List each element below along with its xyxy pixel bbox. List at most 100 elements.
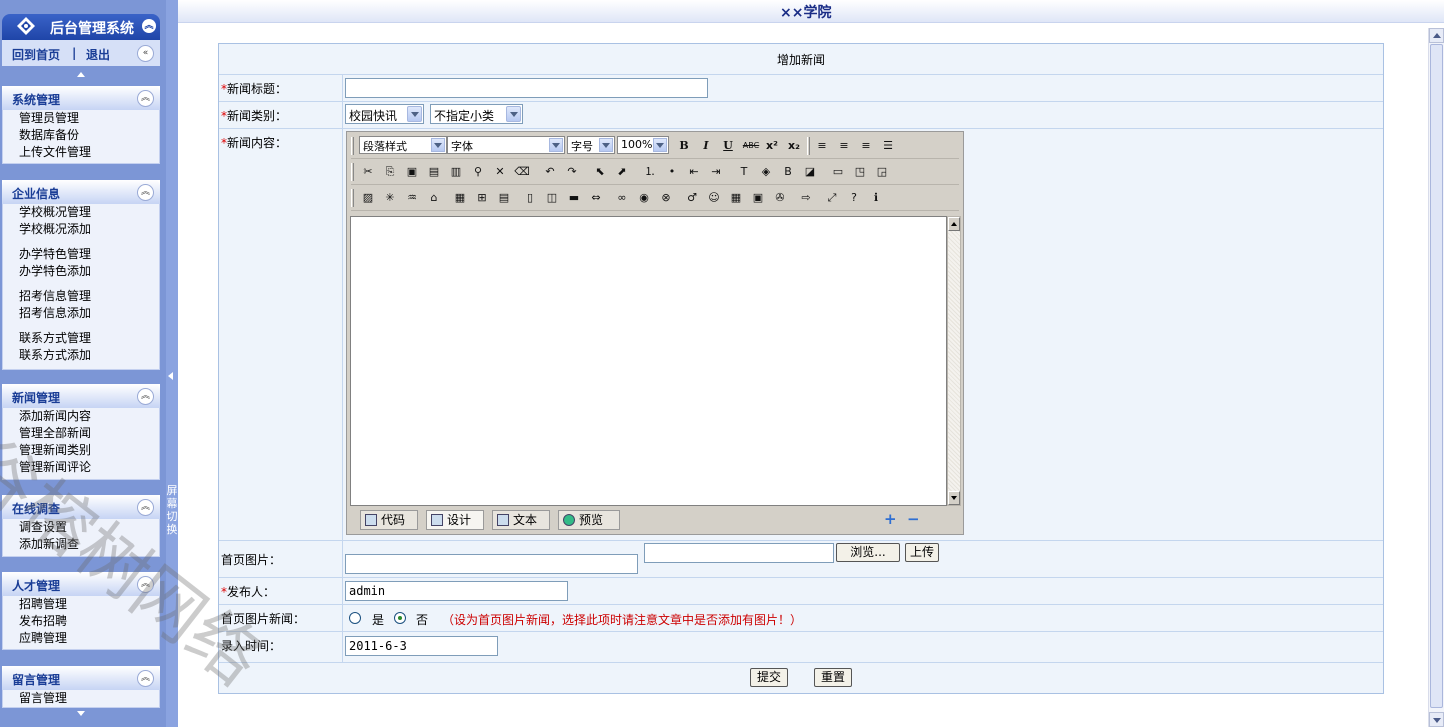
collapse-menu-icon[interactable]: « — [137, 45, 154, 62]
form-icon[interactable]: ▯ — [521, 189, 539, 207]
menu-scroll-down-icon[interactable] — [77, 711, 85, 716]
fill-icon[interactable]: ◪ — [801, 163, 819, 181]
align-center-icon[interactable]: ≡ — [835, 137, 853, 155]
page-scrollbar[interactable] — [1428, 28, 1444, 727]
scroll-up-icon[interactable] — [1429, 28, 1444, 43]
superscript-button[interactable]: x² — [763, 137, 781, 155]
align-justify-icon[interactable]: ☰ — [879, 137, 897, 155]
screen-toggle-bar[interactable] — [166, 0, 178, 727]
home-link[interactable]: 回到首页 — [12, 46, 60, 63]
dropdown-arrow-icon[interactable] — [653, 138, 667, 152]
menu-item[interactable]: 学校概况添加 — [19, 222, 91, 237]
publisher-input[interactable] — [345, 581, 568, 601]
layer-icon[interactable]: ▭ — [829, 163, 847, 181]
menu-item[interactable]: 招聘管理 — [19, 597, 67, 612]
section-header[interactable]: 留言管理 ︽ — [2, 666, 160, 690]
web-link-icon[interactable]: ◉ — [635, 189, 653, 207]
section-toggle-icon[interactable]: ︽ — [137, 576, 154, 593]
menu-item[interactable]: 管理员管理 — [19, 111, 79, 126]
outdent-icon[interactable]: ⇤ — [685, 163, 703, 181]
symbol-icon[interactable]: ✇ — [771, 189, 789, 207]
editor-content-area[interactable] — [350, 216, 947, 506]
cover-news-no-radio[interactable] — [394, 612, 406, 624]
subscript-button[interactable]: x₂ — [785, 137, 803, 155]
menu-item[interactable]: 管理新闻评论 — [19, 460, 91, 475]
bring-forward-icon[interactable]: ◳ — [851, 163, 869, 181]
menu-item[interactable]: 应聘管理 — [19, 631, 67, 646]
cut-icon[interactable]: ✂ — [359, 163, 377, 181]
dropdown-arrow-icon[interactable] — [431, 138, 445, 152]
underline-button[interactable]: U — [719, 137, 737, 155]
menu-item[interactable]: 办学特色添加 — [19, 264, 91, 279]
scroll-down-icon[interactable] — [1429, 712, 1444, 727]
paragraph-style-select[interactable]: 段落样式 — [359, 136, 447, 154]
image-icon[interactable]: ▨ — [359, 189, 377, 207]
expand-editor-icon[interactable]: + — [884, 512, 897, 527]
dropdown-arrow-icon[interactable] — [407, 106, 422, 122]
fullscreen-icon[interactable]: ⤢ — [823, 189, 841, 207]
ordered-list-icon[interactable]: ⒈ — [641, 163, 659, 181]
paste-icon[interactable]: ▣ — [403, 163, 421, 181]
marquee-icon[interactable]: ⇔ — [587, 189, 605, 207]
paste-text-icon[interactable]: ▤ — [425, 163, 443, 181]
section-header[interactable]: 系统管理 ︽ — [2, 86, 160, 110]
dropdown-arrow-icon[interactable] — [599, 138, 613, 152]
date-insert-icon[interactable]: ▦ — [727, 189, 745, 207]
highlight-icon[interactable]: ◈ — [757, 163, 775, 181]
copy-icon[interactable]: ⎘ — [381, 163, 399, 181]
menu-item[interactable]: 管理全部新闻 — [19, 426, 91, 441]
section-toggle-icon[interactable]: ︽ — [137, 90, 154, 107]
table-icon[interactable]: ▦ — [451, 189, 469, 207]
menu-item[interactable]: 数据库备份 — [19, 128, 79, 143]
reset-button[interactable]: 重置 — [814, 668, 852, 687]
font-size-select[interactable]: 字号 — [567, 136, 615, 154]
strikethrough-button[interactable]: ABC — [740, 137, 762, 155]
menu-item[interactable]: 招考信息管理 — [19, 289, 91, 304]
submit-button[interactable]: 提交 — [750, 668, 788, 687]
scroll-up-icon[interactable] — [948, 217, 960, 231]
menu-item[interactable]: 添加新调查 — [19, 537, 79, 552]
category-select[interactable]: 校园快讯 — [345, 104, 424, 124]
font-select[interactable]: 字体 — [447, 136, 565, 154]
menu-item[interactable]: 上传文件管理 — [19, 145, 91, 160]
cover-news-yes-radio[interactable] — [349, 612, 361, 624]
menu-item[interactable]: 管理新闻类别 — [19, 443, 91, 458]
table-props-icon[interactable]: ⊞ — [473, 189, 491, 207]
menu-item[interactable]: 学校概况管理 — [19, 205, 91, 220]
menu-item[interactable]: 联系方式管理 — [19, 331, 91, 346]
zoom-select[interactable]: 100% — [617, 136, 669, 154]
eraser-icon[interactable]: ⌫ — [513, 163, 531, 181]
horizontal-rule-icon[interactable]: ▬ — [565, 189, 583, 207]
align-right-icon[interactable]: ≡ — [857, 137, 875, 155]
font-color-icon[interactable]: T — [735, 163, 753, 181]
about-icon[interactable]: ℹ — [867, 189, 885, 207]
file-icon[interactable]: ⌂ — [425, 189, 443, 207]
section-toggle-icon[interactable]: ︽ — [137, 184, 154, 201]
section-header[interactable]: 新闻管理 ︽ — [2, 384, 160, 408]
tab-preview[interactable]: 预览 — [558, 510, 620, 530]
indent-icon[interactable]: ⇥ — [707, 163, 725, 181]
background-color-icon[interactable]: B — [779, 163, 797, 181]
send-backward-icon[interactable]: ◲ — [873, 163, 891, 181]
menu-item[interactable]: 留言管理 — [19, 691, 67, 706]
unordered-list-icon[interactable]: • — [663, 163, 681, 181]
menu-item[interactable]: 发布招聘 — [19, 614, 67, 629]
menu-item[interactable]: 添加新闻内容 — [19, 409, 91, 424]
section-header[interactable]: 人才管理 ︽ — [2, 572, 160, 596]
menu-item[interactable]: 调查设置 — [19, 520, 67, 535]
tab-code[interactable]: 代码 — [360, 510, 418, 530]
find-icon[interactable]: ⚲ — [469, 163, 487, 181]
absolute-position-icon[interactable]: ⬈ — [613, 163, 631, 181]
tab-design[interactable]: 设计 — [426, 510, 484, 530]
editor-scrollbar[interactable] — [947, 216, 961, 506]
bold-button[interactable]: B — [675, 137, 693, 155]
menu-item[interactable]: 招考信息添加 — [19, 306, 91, 321]
emoticon-icon[interactable]: ☺ — [705, 189, 723, 207]
menu-item[interactable]: 办学特色管理 — [19, 247, 91, 262]
subcategory-select[interactable]: 不指定小类 — [430, 104, 523, 124]
template-icon[interactable]: ▣ — [749, 189, 767, 207]
tab-text[interactable]: 文本 — [492, 510, 550, 530]
redo-icon[interactable]: ↷ — [563, 163, 581, 181]
select-all-icon[interactable]: ⬉ — [591, 163, 609, 181]
toggle-arrow-icon[interactable] — [168, 372, 173, 380]
